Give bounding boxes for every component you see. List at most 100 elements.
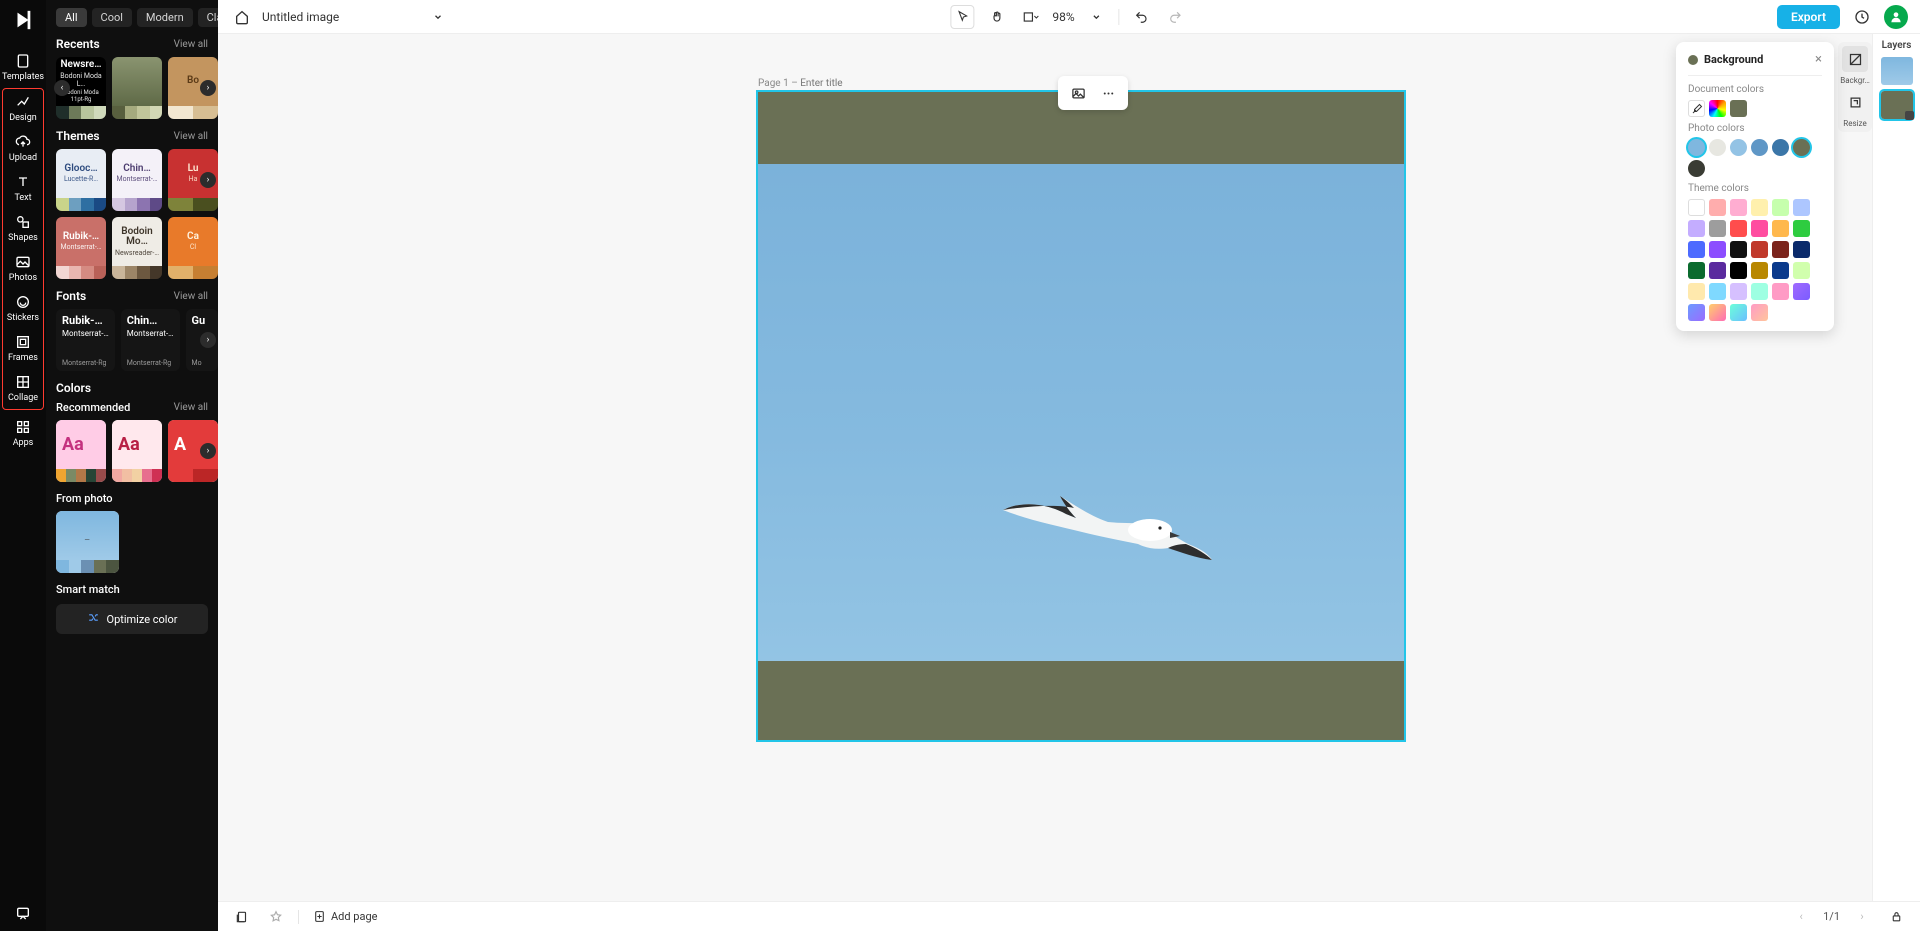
doc-color-swatch[interactable]: [1730, 100, 1747, 117]
resize-tool-button[interactable]: [1842, 89, 1868, 115]
theme-color-swatch[interactable]: [1688, 199, 1705, 216]
theme-color-swatch[interactable]: [1751, 262, 1768, 279]
theme-card[interactable]: Chin…Montserrat-…: [112, 149, 162, 211]
zoom-dropdown-icon[interactable]: [1085, 5, 1109, 29]
gradient-swatch[interactable]: [1751, 304, 1768, 321]
theme-color-swatch[interactable]: [1709, 283, 1726, 300]
theme-color-swatch[interactable]: [1730, 220, 1747, 237]
pages-button[interactable]: [230, 905, 254, 929]
prev-page-button[interactable]: ‹: [1789, 905, 1813, 929]
theme-color-swatch[interactable]: [1688, 241, 1705, 258]
canvas-area[interactable]: Page 1 –: [218, 34, 1872, 901]
page-title-input[interactable]: [800, 78, 860, 89]
theme-card[interactable]: CaCl: [168, 217, 218, 279]
layer-background[interactable]: [1881, 91, 1913, 119]
theme-color-swatch[interactable]: [1772, 262, 1789, 279]
theme-color-swatch[interactable]: [1730, 199, 1747, 216]
undo-button[interactable]: [1130, 5, 1154, 29]
title-dropdown-icon[interactable]: [426, 5, 450, 29]
photo-color-swatch[interactable]: [1772, 139, 1789, 156]
scroll-right-button[interactable]: ›: [200, 172, 216, 188]
theme-color-swatch[interactable]: [1730, 241, 1747, 258]
app-logo[interactable]: [9, 6, 37, 34]
document-title-input[interactable]: [262, 10, 418, 24]
chip-cool[interactable]: Cool: [92, 8, 132, 27]
background-tool-button[interactable]: [1842, 46, 1868, 72]
from-photo-card[interactable]: [56, 511, 119, 573]
add-page-button[interactable]: Add page: [309, 905, 381, 929]
nav-upload[interactable]: Upload: [3, 129, 43, 169]
theme-color-swatch[interactable]: [1793, 262, 1810, 279]
cursor-tool-button[interactable]: [950, 5, 974, 29]
nav-stickers[interactable]: Stickers: [3, 289, 43, 329]
more-options-button[interactable]: [1096, 81, 1120, 105]
photo-color-swatch[interactable]: [1793, 139, 1810, 156]
color-card[interactable]: Aa: [56, 420, 106, 482]
gradient-swatch[interactable]: [1730, 304, 1747, 321]
theme-color-swatch[interactable]: [1751, 283, 1768, 300]
chip-classic[interactable]: Classic: [198, 8, 218, 27]
theme-color-swatch[interactable]: [1772, 241, 1789, 258]
nav-frames[interactable]: Frames: [3, 329, 43, 369]
theme-color-swatch[interactable]: [1751, 220, 1768, 237]
photo-color-swatch[interactable]: [1730, 139, 1747, 156]
color-card[interactable]: Aa: [112, 420, 162, 482]
chip-all[interactable]: All: [56, 8, 87, 27]
scroll-right-button[interactable]: ›: [200, 80, 216, 96]
viewall-themes[interactable]: View all: [174, 131, 208, 142]
theme-color-swatch[interactable]: [1751, 241, 1768, 258]
scroll-right-button[interactable]: ›: [200, 443, 216, 459]
photo-color-swatch[interactable]: [1688, 160, 1705, 177]
nav-apps[interactable]: Apps: [3, 414, 43, 454]
export-button[interactable]: Export: [1777, 5, 1840, 29]
replace-image-button[interactable]: [1066, 81, 1090, 105]
theme-color-swatch[interactable]: [1751, 199, 1768, 216]
theme-color-swatch[interactable]: [1688, 262, 1705, 279]
home-icon[interactable]: [230, 5, 254, 29]
theme-card[interactable]: Bodoin Mo…Newsreader-…: [112, 217, 162, 279]
photo-color-swatch[interactable]: [1709, 139, 1726, 156]
custom-color-button[interactable]: [1709, 100, 1726, 117]
notes-button[interactable]: [264, 905, 288, 929]
color-picker-button[interactable]: [1688, 100, 1705, 117]
theme-color-swatch[interactable]: [1688, 220, 1705, 237]
theme-color-swatch[interactable]: [1772, 220, 1789, 237]
nav-shapes[interactable]: Shapes: [3, 209, 43, 249]
user-avatar[interactable]: [1884, 5, 1908, 29]
theme-color-swatch[interactable]: [1709, 241, 1726, 258]
theme-card[interactable]: Rubik-…Montserrat-…: [56, 217, 106, 279]
photo-color-swatch[interactable]: [1751, 139, 1768, 156]
zoom-level[interactable]: 98%: [1052, 10, 1074, 24]
theme-color-swatch[interactable]: [1772, 283, 1789, 300]
theme-color-swatch[interactable]: [1688, 283, 1705, 300]
nav-photos[interactable]: Photos: [3, 249, 43, 289]
viewall-fonts[interactable]: View all: [174, 291, 208, 302]
nav-templates[interactable]: Templates: [3, 48, 43, 88]
nav-design[interactable]: Design: [3, 89, 43, 129]
photo-color-swatch[interactable]: [1688, 139, 1705, 156]
theme-color-swatch[interactable]: [1709, 262, 1726, 279]
lock-button[interactable]: [1884, 905, 1908, 929]
theme-color-swatch[interactable]: [1709, 199, 1726, 216]
next-page-button[interactable]: ›: [1850, 905, 1874, 929]
nav-collage[interactable]: Collage: [3, 369, 43, 409]
nav-text[interactable]: Text: [3, 169, 43, 209]
font-card[interactable]: Rubik-…Montserrat-…Montserrat-Rg: [56, 309, 115, 371]
theme-color-swatch[interactable]: [1730, 283, 1747, 300]
viewall-recommended[interactable]: View all: [174, 402, 208, 413]
photo-layer[interactable]: [758, 164, 1404, 661]
theme-color-swatch[interactable]: [1793, 220, 1810, 237]
theme-card[interactable]: [112, 57, 162, 119]
scroll-right-button[interactable]: ›: [200, 332, 216, 348]
viewall-recents[interactable]: View all: [174, 39, 208, 50]
gradient-swatch[interactable]: [1709, 304, 1726, 321]
theme-color-swatch[interactable]: [1793, 241, 1810, 258]
hand-tool-button[interactable]: [984, 5, 1008, 29]
redo-button[interactable]: [1164, 5, 1188, 29]
chip-modern[interactable]: Modern: [137, 8, 193, 27]
feedback-icon[interactable]: [3, 905, 43, 921]
font-card[interactable]: Chin…Montserrat-…Montserrat-Rg: [121, 309, 180, 371]
optimize-color-button[interactable]: Optimize color: [56, 604, 208, 634]
gradient-swatch[interactable]: [1688, 304, 1705, 321]
theme-color-swatch[interactable]: [1709, 220, 1726, 237]
